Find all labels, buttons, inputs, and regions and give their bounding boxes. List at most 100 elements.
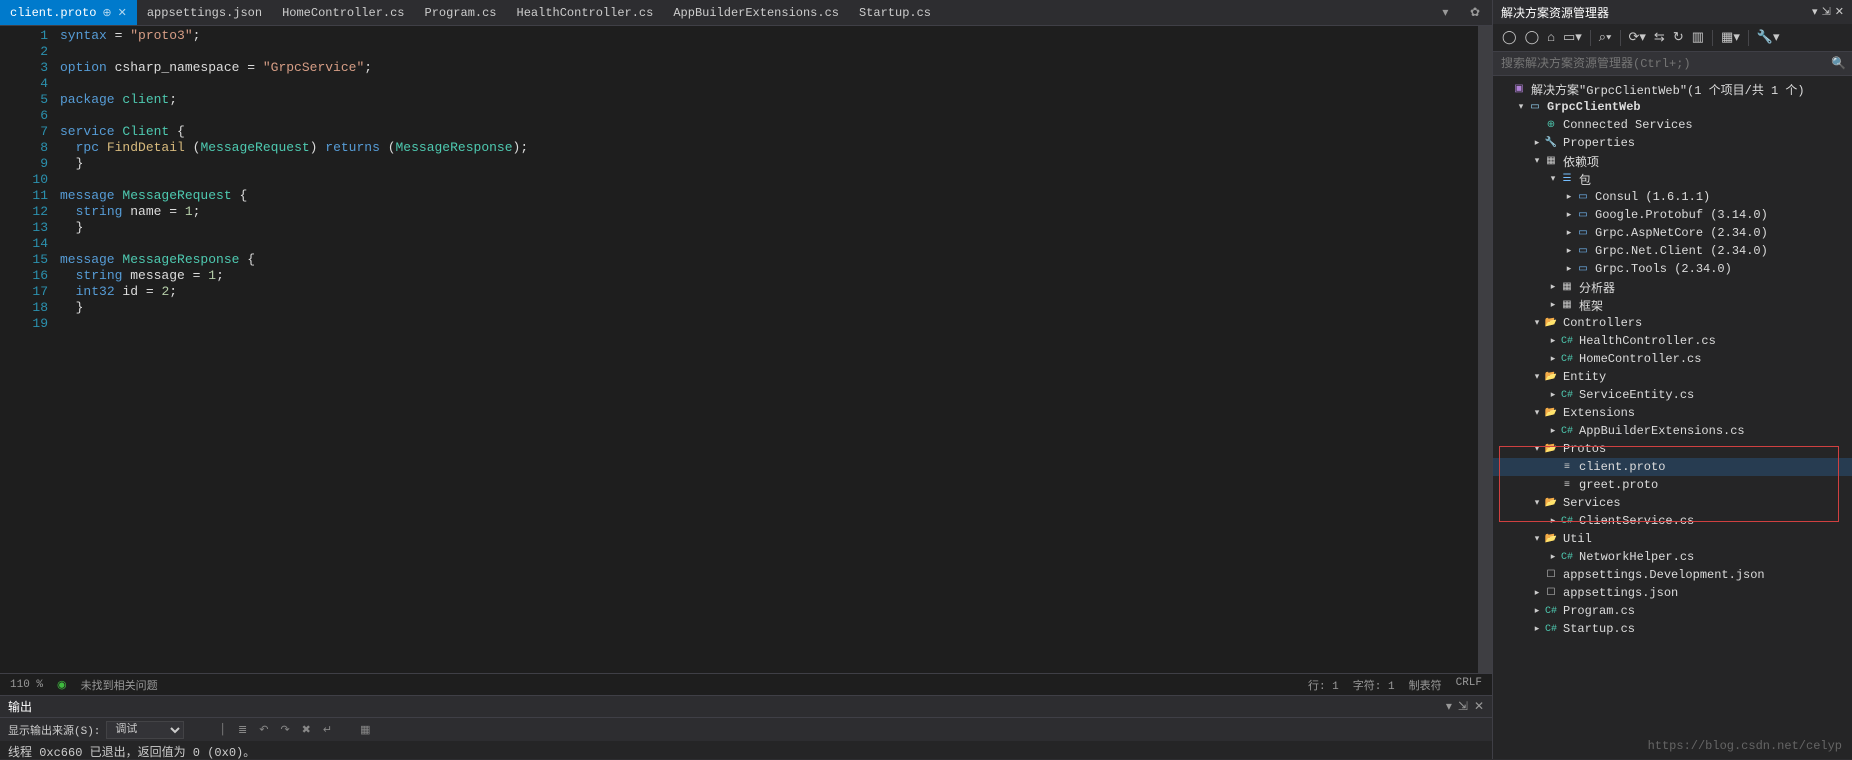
tree-node[interactable]: C#HomeController.cs xyxy=(1493,350,1852,368)
pin-icon[interactable]: ⊕ xyxy=(102,6,111,20)
expand-arrow-icon[interactable] xyxy=(1563,264,1575,274)
window-dropdown-icon[interactable]: ▾ xyxy=(1812,5,1818,19)
tree-node[interactable]: C#ServiceEntity.cs xyxy=(1493,386,1852,404)
search-icon[interactable]: 🔍 xyxy=(1825,56,1852,71)
tree-node[interactable]: ≡greet.proto xyxy=(1493,476,1852,494)
expand-arrow-icon[interactable] xyxy=(1515,102,1527,112)
tree-node[interactable]: 📂Extensions xyxy=(1493,404,1852,422)
tree-node[interactable]: C#HealthController.cs xyxy=(1493,332,1852,350)
expand-arrow-icon[interactable] xyxy=(1547,552,1559,562)
expand-arrow-icon[interactable] xyxy=(1547,174,1559,184)
expand-arrow-icon[interactable] xyxy=(1547,336,1559,346)
expand-arrow-icon[interactable] xyxy=(1563,246,1575,256)
solution-search-input[interactable] xyxy=(1493,57,1825,71)
sync-icon[interactable]: ⟳▾ xyxy=(1626,28,1649,47)
switch-view-icon[interactable]: ▭▾ xyxy=(1560,28,1585,47)
output-wrap-icon[interactable]: ↵ xyxy=(320,723,335,737)
tree-node[interactable]: C#AppBuilderExtensions.cs xyxy=(1493,422,1852,440)
preview-icon[interactable]: 🔧▾ xyxy=(1754,28,1783,47)
tree-node[interactable]: ⊕Connected Services xyxy=(1493,116,1852,134)
expand-arrow-icon[interactable] xyxy=(1531,408,1543,418)
editor-scrollbar[interactable] xyxy=(1478,26,1492,673)
zoom-level[interactable]: 110 % xyxy=(10,679,43,691)
expand-arrow-icon[interactable] xyxy=(1547,282,1559,292)
pin-icon[interactable]: ⇲ xyxy=(1458,699,1468,714)
tree-node[interactable]: ☰包 xyxy=(1493,170,1852,188)
close-icon[interactable]: ✕ xyxy=(1474,699,1484,714)
expand-arrow-icon[interactable] xyxy=(1531,372,1543,382)
expand-arrow-icon[interactable] xyxy=(1531,318,1543,328)
expand-arrow-icon[interactable] xyxy=(1547,300,1559,310)
output-prev-icon[interactable]: ↶ xyxy=(256,723,271,737)
code-editor[interactable]: 12345678910111213141516171819 syntax = "… xyxy=(0,26,1492,673)
output-extra-icon[interactable]: ▦ xyxy=(357,723,373,737)
tree-node[interactable]: ▭Grpc.AspNetCore (2.34.0) xyxy=(1493,224,1852,242)
expand-arrow-icon[interactable] xyxy=(1531,156,1543,166)
expand-arrow-icon[interactable] xyxy=(1531,624,1543,634)
output-goto-icon[interactable]: ≣ xyxy=(235,723,250,737)
tree-node[interactable]: ▦分析器 xyxy=(1493,278,1852,296)
tab-Program-cs[interactable]: Program.cs xyxy=(415,0,507,25)
tree-node[interactable]: ☐appsettings.Development.json xyxy=(1493,566,1852,584)
tree-node[interactable]: 📂Controllers xyxy=(1493,314,1852,332)
tab-Startup-cs[interactable]: Startup.cs xyxy=(849,0,941,25)
collapse-icon[interactable]: ⇆ xyxy=(1651,28,1668,47)
output-dropdown-icon[interactable]: ▾ xyxy=(1446,699,1452,714)
tree-node[interactable]: ▦依赖项 xyxy=(1493,152,1852,170)
expand-arrow-icon[interactable] xyxy=(1563,210,1575,220)
tree-node[interactable]: ☐appsettings.json xyxy=(1493,584,1852,602)
tree-node[interactable]: ▭Consul (1.6.1.1) xyxy=(1493,188,1852,206)
expand-arrow-icon[interactable] xyxy=(1547,354,1559,364)
home-icon[interactable]: ⌂ xyxy=(1544,28,1558,47)
tree-node[interactable]: 📂Entity xyxy=(1493,368,1852,386)
close-icon[interactable]: ✕ xyxy=(118,6,127,20)
show-all-icon[interactable]: ▥ xyxy=(1689,28,1707,47)
tree-node[interactable]: ▭Google.Protobuf (3.14.0) xyxy=(1493,206,1852,224)
expand-arrow-icon[interactable] xyxy=(1531,534,1543,544)
tree-node[interactable]: 📂Protos xyxy=(1493,440,1852,458)
output-clear-icon[interactable]: ✖ xyxy=(299,723,314,737)
filter-icon[interactable]: ⌕▾ xyxy=(1596,28,1615,47)
tree-node-label: NetworkHelper.cs xyxy=(1579,550,1694,564)
tab-appsettings-json[interactable]: appsettings.json xyxy=(137,0,272,25)
tree-node[interactable]: 🔧Properties xyxy=(1493,134,1852,152)
expand-arrow-icon[interactable] xyxy=(1531,588,1543,598)
expand-arrow-icon[interactable] xyxy=(1531,606,1543,616)
tree-node[interactable]: C#Program.cs xyxy=(1493,602,1852,620)
output-next-icon[interactable]: ↷ xyxy=(277,723,292,737)
tree-node[interactable]: ▭GrpcClientWeb xyxy=(1493,98,1852,116)
tree-node[interactable]: ▭Grpc.Net.Client (2.34.0) xyxy=(1493,242,1852,260)
tree-node[interactable]: C#NetworkHelper.cs xyxy=(1493,548,1852,566)
expand-arrow-icon[interactable] xyxy=(1547,426,1559,436)
forward-icon[interactable]: ◯ xyxy=(1522,28,1543,47)
solution-tree[interactable]: ▣解决方案"GrpcClientWeb"(1 个项目/共 1 个)▭GrpcCl… xyxy=(1493,76,1852,759)
expand-arrow-icon[interactable] xyxy=(1531,444,1543,454)
tab-HomeController-cs[interactable]: HomeController.cs xyxy=(272,0,414,25)
expand-arrow-icon[interactable] xyxy=(1547,516,1559,526)
output-tb-icon[interactable]: │ xyxy=(216,724,229,736)
tree-node[interactable]: ≡client.proto xyxy=(1493,458,1852,476)
refresh-icon[interactable]: ↻ xyxy=(1670,28,1687,47)
output-source-select[interactable]: 调试 xyxy=(106,721,184,739)
tab-client-proto[interactable]: client.proto⊕✕ xyxy=(0,0,137,25)
tree-node[interactable]: C#ClientService.cs xyxy=(1493,512,1852,530)
expand-arrow-icon[interactable] xyxy=(1531,498,1543,508)
expand-arrow-icon[interactable] xyxy=(1563,192,1575,202)
tree-node[interactable]: ▦框架 xyxy=(1493,296,1852,314)
close-icon[interactable]: ✕ xyxy=(1835,5,1844,19)
tab-AppBuilderExtensions-cs[interactable]: AppBuilderExtensions.cs xyxy=(663,0,849,25)
properties-icon[interactable]: ▦▾ xyxy=(1718,28,1743,47)
expand-arrow-icon[interactable] xyxy=(1531,138,1543,148)
expand-arrow-icon[interactable] xyxy=(1563,228,1575,238)
tree-node[interactable]: C#Startup.cs xyxy=(1493,620,1852,638)
tabs-overflow[interactable]: ▾ ✿ xyxy=(1438,0,1484,25)
pin-icon[interactable]: ⇲ xyxy=(1822,5,1831,19)
back-icon[interactable]: ◯ xyxy=(1499,28,1520,47)
tree-node[interactable]: ▣解决方案"GrpcClientWeb"(1 个项目/共 1 个) xyxy=(1493,80,1852,98)
tree-node[interactable]: 📂Services xyxy=(1493,494,1852,512)
expand-arrow-icon[interactable] xyxy=(1547,390,1559,400)
tab-HealthController-cs[interactable]: HealthController.cs xyxy=(507,0,664,25)
tree-node[interactable]: ▭Grpc.Tools (2.34.0) xyxy=(1493,260,1852,278)
tree-node[interactable]: 📂Util xyxy=(1493,530,1852,548)
eol-mode: CRLF xyxy=(1456,677,1482,693)
